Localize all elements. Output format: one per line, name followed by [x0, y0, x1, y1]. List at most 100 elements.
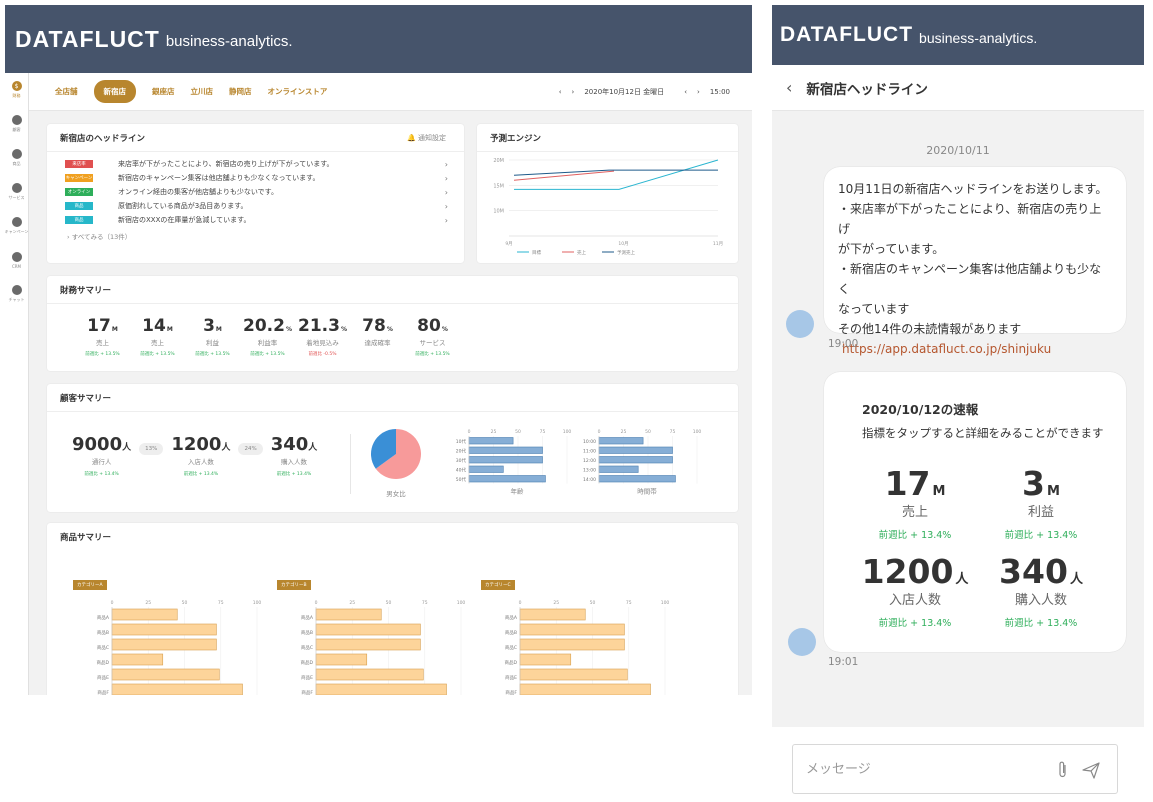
- conversion-pill-1: 13%: [139, 443, 164, 455]
- headline-item[interactable]: オンライン オンライン経由の集客が他店舗よりも少ないです。 ›: [47, 185, 464, 199]
- category-tag[interactable]: カテゴリーB: [277, 580, 311, 590]
- headline-list: 来店率 来店率が下がったことにより、新宿店の売り上げが下がっています。 › キャンペー…: [47, 152, 464, 227]
- prev-time-button[interactable]: ‹: [684, 88, 687, 96]
- report-value: 3: [1022, 464, 1046, 503]
- bar[interactable]: [519, 608, 586, 621]
- chat-title-bar: ‹ 新宿店ヘッドライン: [772, 65, 1144, 111]
- finance-value: 14: [142, 316, 166, 336]
- send-icon[interactable]: [1081, 760, 1101, 780]
- next-date-button[interactable]: ›: [572, 88, 575, 96]
- finance-value: 17: [87, 316, 111, 336]
- bar[interactable]: [111, 668, 220, 681]
- chevron-right-icon: ›: [444, 173, 448, 183]
- bar[interactable]: [111, 608, 178, 621]
- tab-store[interactable]: 立川店: [191, 86, 214, 97]
- bar[interactable]: [519, 623, 625, 636]
- report-value-row: 1200 人: [850, 552, 980, 591]
- sidenav-item[interactable]: 顧客: [5, 107, 28, 141]
- headline-item[interactable]: 商品 新宿店のXXXの在庫量が急減しています。 ›: [47, 213, 464, 227]
- bar[interactable]: [598, 437, 644, 445]
- tab-store[interactable]: 新宿店: [93, 80, 136, 103]
- bar[interactable]: [598, 456, 673, 464]
- see-all-link[interactable]: › すべてみる（13件）: [47, 231, 464, 241]
- bar[interactable]: [468, 446, 543, 454]
- headline-text: 新宿店のキャンペーン集客は他店舗よりも少なくなっています。: [118, 174, 320, 182]
- bar[interactable]: [315, 653, 368, 666]
- bar[interactable]: [315, 683, 447, 695]
- message-input[interactable]: [806, 761, 1036, 777]
- finance-metric[interactable]: 17M 売上 前週比 + 13.5%: [75, 316, 130, 357]
- back-icon[interactable]: ‹: [786, 78, 792, 97]
- tab-store[interactable]: オンラインストア: [268, 86, 328, 97]
- sidenav-item[interactable]: キャンペーン: [5, 209, 28, 243]
- bar[interactable]: [315, 608, 382, 621]
- sidenav-item[interactable]: 商品: [5, 141, 28, 175]
- prev-date-button[interactable]: ‹: [559, 88, 562, 96]
- buyers-metric[interactable]: 340人 購入人数 前週比 + 13.4%: [271, 434, 318, 477]
- headline-item[interactable]: 来店率 来店率が下がったことにより、新宿店の売り上げが下がっています。 ›: [47, 157, 464, 171]
- x-tick-label: 75: [540, 429, 546, 435]
- bar[interactable]: [519, 653, 572, 666]
- x-tick-label: 25: [621, 429, 627, 435]
- bar[interactable]: [315, 668, 424, 681]
- logo[interactable]: DATAFLUCT: [15, 26, 160, 53]
- report-stat[interactable]: 1200 人入店人数 前週比 + 13.4%: [850, 552, 980, 629]
- sidenav-item[interactable]: チャット: [5, 277, 28, 311]
- finance-metric[interactable]: 21.3% 着地見込み 前週比 -0.5%: [295, 316, 350, 357]
- bar[interactable]: [519, 668, 628, 681]
- finance-value: 3: [203, 316, 215, 336]
- next-time-button[interactable]: ›: [697, 88, 700, 96]
- paperclip-icon[interactable]: [1057, 760, 1069, 780]
- bar[interactable]: [519, 683, 651, 695]
- bar[interactable]: [111, 623, 217, 636]
- entrants-metric[interactable]: 1200人 入店人数 前週比 + 13.4%: [171, 434, 230, 477]
- tab-store[interactable]: 静岡店: [229, 86, 252, 97]
- bar[interactable]: [468, 456, 543, 464]
- bar[interactable]: [315, 638, 421, 651]
- finance-metric[interactable]: 14M 売上 前週比 + 13.5%: [130, 316, 185, 357]
- finance-metric[interactable]: 80% サービス 前週比 + 13.5%: [405, 316, 460, 357]
- finance-value-row: 14M: [130, 316, 185, 336]
- bar[interactable]: [598, 446, 673, 454]
- finance-metric[interactable]: 20.2% 利益率 前週比 + 13.5%: [240, 316, 295, 357]
- headline-text: オンライン経由の集客が他店舗よりも少ないです。: [118, 188, 278, 196]
- sidenav-item[interactable]: CRM: [5, 243, 28, 277]
- tab-store[interactable]: 銀座店: [152, 86, 175, 97]
- report-stat[interactable]: 340 人購入人数 前週比 + 13.4%: [976, 552, 1106, 629]
- category-label: 商品F: [301, 689, 313, 695]
- bar[interactable]: [519, 638, 625, 651]
- chat-logo[interactable]: DATAFLUCT: [780, 23, 913, 47]
- category-tag[interactable]: カテゴリーA: [73, 580, 107, 590]
- bar[interactable]: [315, 623, 421, 636]
- bar[interactable]: [598, 465, 639, 473]
- report-stat[interactable]: 3 M 利益 前週比 + 13.4%: [976, 464, 1106, 541]
- tab-store[interactable]: 全店舗: [55, 86, 78, 97]
- headline-text: 来店率が下がったことにより、新宿店の売り上げが下がっています。: [118, 160, 334, 168]
- sidenav-label: サービス: [8, 195, 25, 200]
- finance-label: 達成確率: [364, 339, 391, 347]
- bar[interactable]: [111, 683, 243, 695]
- report-title: 2020/10/12の速報: [862, 402, 979, 417]
- bar[interactable]: [111, 653, 164, 666]
- bar[interactable]: [468, 475, 546, 483]
- sidenav-item[interactable]: サービス: [5, 175, 28, 209]
- sidenav-item[interactable]: $ 財務: [5, 73, 28, 107]
- finance-metric[interactable]: 78% 達成確率: [350, 316, 405, 357]
- report-stat[interactable]: 17 M 売上 前週比 + 13.4%: [850, 464, 980, 541]
- notify-settings-button[interactable]: 🔔 通知設定: [407, 133, 446, 143]
- x-tick-label: 25: [491, 429, 497, 435]
- headline-item[interactable]: キャンペーン 新宿店のキャンペーン集客は他店舗よりも少なくなっています。 ›: [47, 171, 464, 185]
- finance-metric[interactable]: 3M 利益 前週比 + 13.5%: [185, 316, 240, 357]
- x-tick-label: 50: [515, 429, 521, 435]
- bar[interactable]: [468, 437, 514, 445]
- visitors-metric[interactable]: 9000人 通行人 前週比 + 13.4%: [72, 434, 131, 477]
- bar[interactable]: [598, 475, 676, 483]
- category-tag[interactable]: カテゴリーC: [481, 580, 515, 590]
- bar[interactable]: [111, 638, 217, 651]
- headline-item[interactable]: 商品 原価割れしている商品が3品目あります。 ›: [47, 199, 464, 213]
- pie-label: 男女比: [386, 489, 406, 498]
- dashboard-header: DATAFLUCT business-analytics.: [5, 5, 752, 73]
- bar[interactable]: [468, 465, 504, 473]
- message-link[interactable]: https://app.datafluct.co.jp/shinjuku: [838, 342, 1051, 356]
- finance-value-row: 20.2%: [240, 316, 295, 336]
